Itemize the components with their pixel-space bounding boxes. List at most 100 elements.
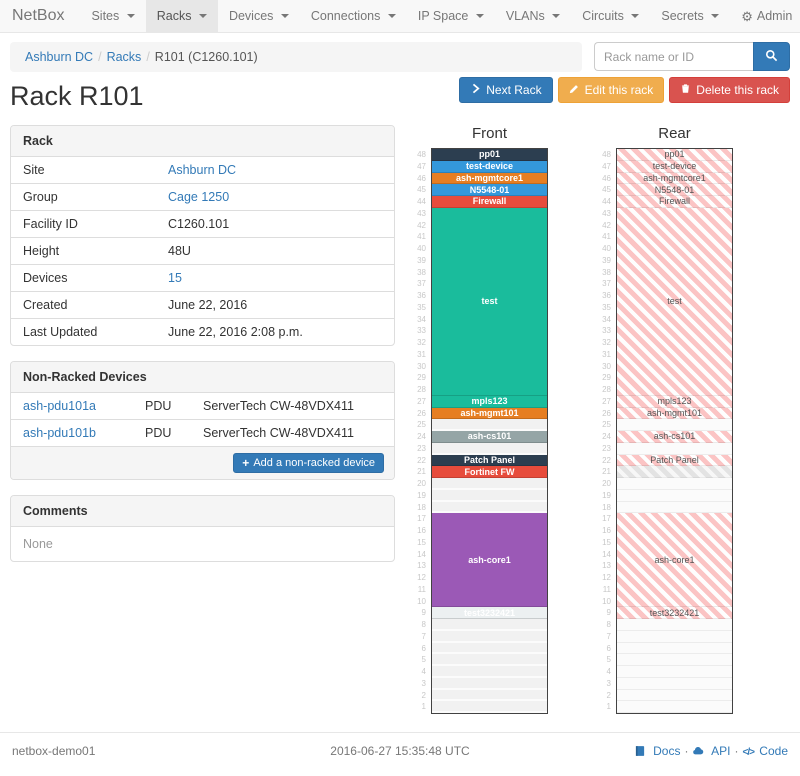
front-device-pp01[interactable]: pp01 [432, 149, 547, 161]
nav-item-racks[interactable]: Racks [146, 0, 218, 32]
app-brand[interactable]: NetBox [12, 0, 64, 32]
footer-link-label: Code [756, 744, 788, 758]
footer-link-api[interactable]: API [692, 744, 730, 758]
front-device-n5548-01[interactable]: N5548-01 [432, 184, 547, 196]
front-empty-unit-2 [432, 690, 547, 702]
front-unit-number-17: 17 [407, 513, 431, 525]
front-device-fortinet-fw[interactable]: Fortinet FW [432, 466, 547, 478]
edit-rack-label: Edit this rack [585, 83, 654, 97]
footer-hostname: netbox-demo01 [12, 744, 240, 758]
rear-unit-number-36: 36 [592, 290, 616, 302]
rear-device-ash-mgmtcore1[interactable]: ash-mgmtcore1 [617, 173, 732, 185]
front-device-ash-mgmt101[interactable]: ash-mgmt101 [432, 408, 547, 420]
edit-rack-button[interactable]: Edit this rack [558, 77, 665, 103]
front-unit-number-13: 13 [407, 560, 431, 572]
caret-down-icon [127, 14, 135, 18]
rear-empty-unit-25 [617, 419, 732, 431]
front-unit-number-25: 25 [407, 419, 431, 431]
delete-rack-button[interactable]: Delete this rack [669, 77, 790, 103]
rear-device-ash-cs101[interactable]: ash-cs101 [617, 431, 732, 443]
attr-link-devices[interactable]: 15 [168, 271, 182, 285]
breadcrumb-item-racks[interactable]: Racks [107, 50, 142, 64]
breadcrumb-item-ashburn-dc[interactable]: Ashburn DC [25, 50, 93, 64]
search-icon [765, 49, 778, 65]
rack-attr-row-group: GroupCage 1250 [11, 184, 394, 211]
next-rack-button[interactable]: Next Rack [459, 77, 552, 103]
attr-link-group[interactable]: Cage 1250 [168, 190, 229, 204]
rear-unit-number-35: 35 [592, 302, 616, 314]
non-racked-device-row: ash-pdu101bPDUServerTech CW-48VDX411 [11, 420, 394, 447]
nav-item-admin[interactable]: ⚙Admin [730, 0, 800, 32]
rear-rack-elevation: pp01test-deviceash-mgmtcore1N5548-01Fire… [616, 148, 733, 714]
rear-empty-unit-4 [617, 666, 732, 678]
device-name-cell: ash-pdu101a [11, 393, 133, 420]
rear-unit-number-47: 47 [592, 161, 616, 173]
front-device-ash-cs101[interactable]: ash-cs101 [432, 431, 547, 443]
search-input[interactable] [594, 42, 753, 71]
footer-link-docs[interactable]: Docs [634, 744, 681, 758]
front-device-mpls123[interactable]: mpls123 [432, 396, 547, 408]
front-unit-number-29: 29 [407, 372, 431, 384]
rear-unit-number-27: 27 [592, 396, 616, 408]
front-unit-number-45: 45 [407, 184, 431, 196]
search-button[interactable] [753, 42, 790, 71]
front-empty-unit-3 [432, 678, 547, 690]
front-empty-unit-1 [432, 701, 547, 713]
rear-empty-unit-18 [617, 502, 732, 514]
rear-unit-number-19: 19 [592, 490, 616, 502]
rear-unit-number-32: 32 [592, 337, 616, 349]
nav-item-circuits[interactable]: Circuits [571, 0, 650, 32]
rack-actions: Next Rack Edit this rack Delete this rac… [459, 77, 790, 103]
rear-device-ash-core1[interactable]: ash-core1 [617, 513, 732, 607]
rear-unit-number-28: 28 [592, 384, 616, 396]
footer-link-code[interactable]: </> Code [743, 744, 789, 758]
attr-label: Created [11, 292, 156, 319]
rear-unit-number-5: 5 [592, 654, 616, 666]
rear-unit-number-33: 33 [592, 325, 616, 337]
rear-device-patch-panel[interactable]: Patch Panel [617, 455, 732, 467]
add-non-racked-device-button[interactable]: + Add a non-racked device [233, 453, 384, 473]
nav-item-vlans[interactable]: VLANs [495, 0, 571, 32]
rear-unit-number-14: 14 [592, 549, 616, 561]
rear-device-ash-mgmt101[interactable]: ash-mgmt101 [617, 408, 732, 420]
rear-device-n5548-01[interactable]: N5548-01 [617, 184, 732, 196]
nav-item-devices[interactable]: Devices [218, 0, 300, 32]
rear-unit-number-3: 3 [592, 678, 616, 690]
device-link-ash-pdu101a[interactable]: ash-pdu101a [23, 399, 96, 413]
device-role: PDU [133, 393, 191, 420]
front-device-firewall[interactable]: Firewall [432, 196, 547, 208]
front-unit-number-28: 28 [407, 384, 431, 396]
rear-device-test-device[interactable]: test-device [617, 161, 732, 173]
rear-unit-number-6: 6 [592, 643, 616, 655]
rear-device-pp01[interactable]: pp01 [617, 149, 732, 161]
nav-item-sites[interactable]: Sites [80, 0, 145, 32]
nav-item-connections[interactable]: Connections [300, 0, 407, 32]
rear-device-test[interactable]: test [617, 208, 732, 396]
rear-device-mpls123[interactable]: mpls123 [617, 396, 732, 408]
nav-item-secrets[interactable]: Secrets [650, 0, 730, 32]
front-device-test-device[interactable]: test-device [432, 161, 547, 173]
front-elevation-title: Front [431, 125, 548, 142]
front-unit-number-7: 7 [407, 631, 431, 643]
front-device-ash-mgmtcore1[interactable]: ash-mgmtcore1 [432, 173, 547, 185]
front-device-ash-core1[interactable]: ash-core1 [432, 513, 547, 607]
front-device-test[interactable]: test [432, 208, 547, 396]
rear-device-firewall[interactable]: Firewall [617, 196, 732, 208]
rear-unit-number-22: 22 [592, 455, 616, 467]
front-device-patch-panel[interactable]: Patch Panel [432, 455, 547, 467]
front-unit-number-8: 8 [407, 619, 431, 631]
rear-unit-number-46: 46 [592, 173, 616, 185]
attr-link-site[interactable]: Ashburn DC [168, 163, 236, 177]
delete-rack-label: Delete this rack [696, 83, 779, 97]
chevron-right-icon [470, 83, 481, 97]
nav-item-ip-space[interactable]: IP Space [407, 0, 495, 32]
top-navbar: NetBox Sites Racks Devices Connections I… [0, 0, 800, 33]
device-name-cell: ash-pdu101b [11, 420, 133, 447]
front-unit-number-22: 22 [407, 455, 431, 467]
rear-device-test3232421[interactable]: test3232421 [617, 607, 732, 619]
device-link-ash-pdu101b[interactable]: ash-pdu101b [23, 426, 96, 440]
front-device-test3232421[interactable]: test3232421 [432, 607, 547, 619]
front-unit-number-23: 23 [407, 443, 431, 455]
front-empty-unit-19 [432, 490, 547, 502]
rear-unit-number-2: 2 [592, 690, 616, 702]
